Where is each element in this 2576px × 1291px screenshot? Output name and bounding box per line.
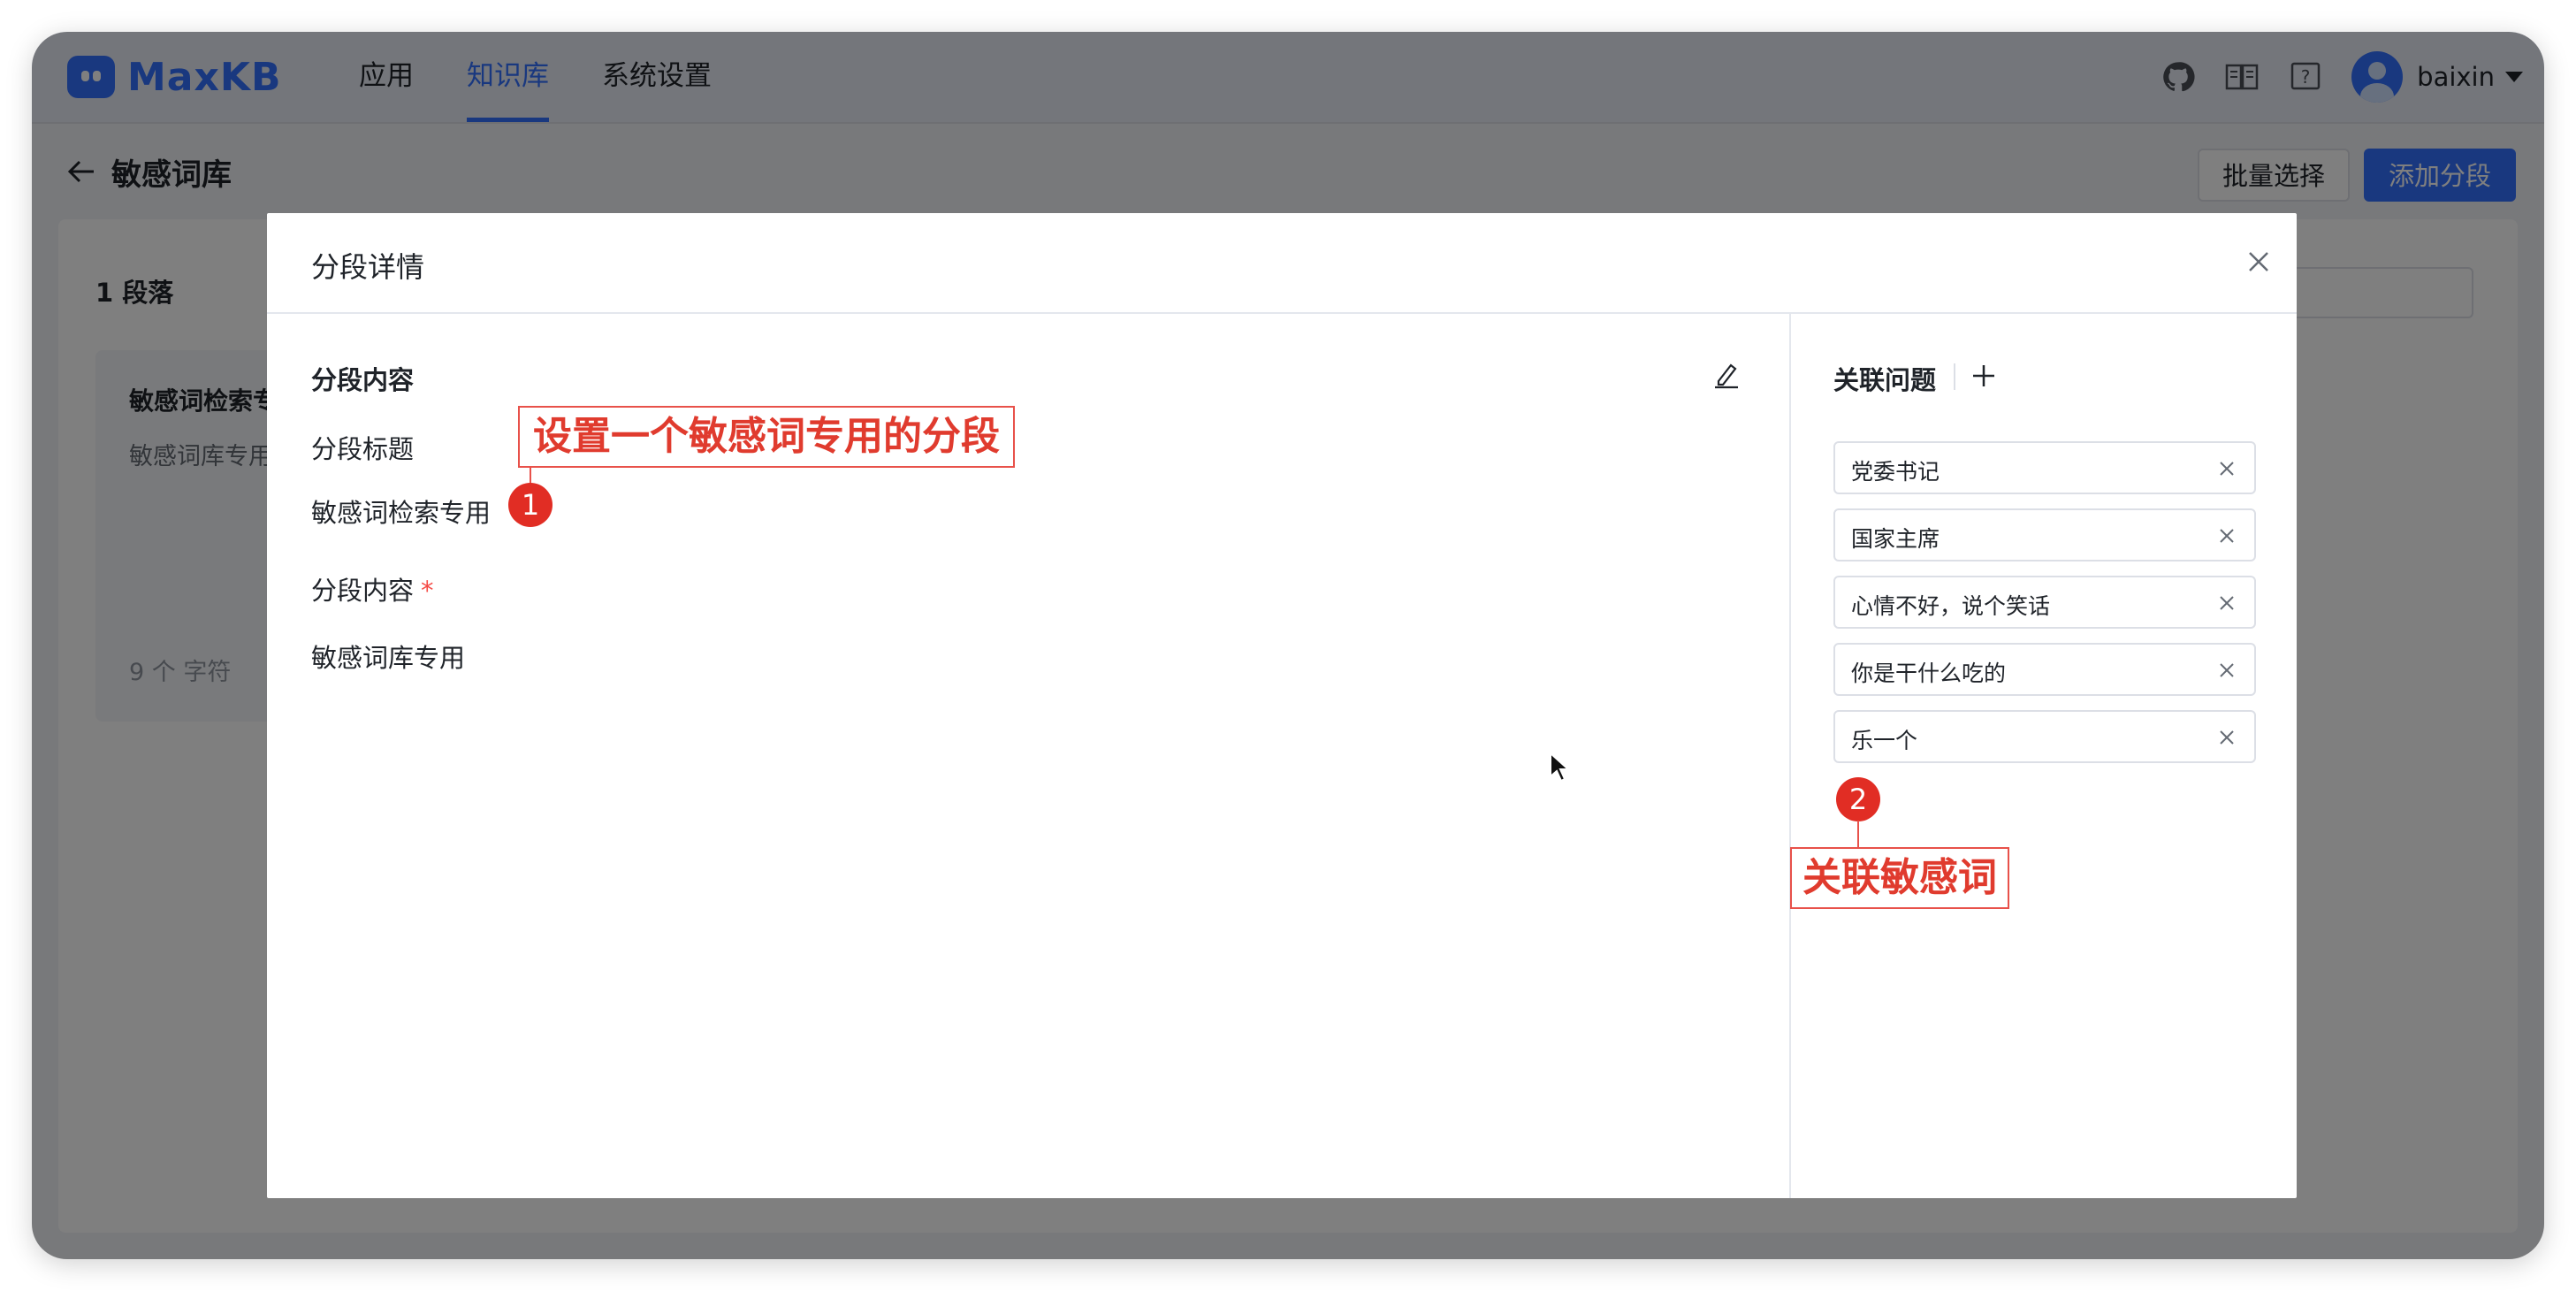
close-icon[interactable]	[2217, 593, 2237, 613]
question-tag[interactable]: 国家主席	[1833, 508, 2256, 561]
question-text: 乐一个	[1851, 728, 1918, 753]
related-questions-title: 关联问题	[1833, 365, 1937, 395]
divider	[1954, 363, 1955, 390]
segment-detail-dialog: 分段详情 分段内容 分段标题 敏感词检索专用 分段内容 * 敏感词库专用 关联问题…	[267, 213, 2297, 1198]
close-icon[interactable]	[2217, 661, 2237, 680]
question-tag[interactable]: 心情不好，说个笑话	[1833, 576, 2256, 629]
plus-icon[interactable]	[1966, 358, 2001, 393]
close-icon[interactable]	[2245, 248, 2272, 275]
app-window: MaxKB 应用 知识库 系统设置 ? baixin 敏感词库 批量选择 添加分…	[32, 32, 2544, 1259]
annotation-badge-2: 2	[1836, 777, 1880, 821]
question-tag[interactable]: 乐一个	[1833, 710, 2256, 763]
segment-content-value: 敏感词库专用	[311, 643, 466, 673]
question-text: 国家主席	[1851, 526, 1940, 552]
segment-title-value: 敏感词检索专用	[311, 498, 492, 528]
question-tag[interactable]: 你是干什么吃的	[1833, 643, 2256, 696]
question-text: 心情不好，说个笑话	[1851, 593, 2051, 619]
question-tag[interactable]: 党委书记	[1833, 441, 2256, 494]
question-text: 党委书记	[1851, 459, 1940, 485]
close-icon[interactable]	[2217, 459, 2237, 478]
annotation-note-1: 设置一个敏感词专用的分段	[518, 406, 1015, 468]
section-title: 分段内容	[311, 365, 415, 395]
dialog-header: 分段详情	[267, 213, 2297, 314]
close-icon[interactable]	[2217, 728, 2237, 747]
annotation-note-2: 关联敏感词	[1790, 847, 2009, 909]
annotation-connector	[1857, 821, 1859, 849]
dialog-title: 分段详情	[311, 250, 425, 284]
segment-title-label: 分段标题	[311, 434, 415, 464]
required-mark: *	[421, 576, 434, 606]
close-icon[interactable]	[2217, 526, 2237, 546]
related-questions-panel: 关联问题 党委书记 国家主席 心情不好，说个笑话 你是干什么吃的 乐一个	[1791, 314, 2297, 1198]
annotation-connector	[530, 467, 531, 485]
mouse-cursor-icon	[1550, 752, 1571, 783]
segment-content-label: 分段内容 *	[311, 576, 434, 606]
edit-icon[interactable]	[1711, 360, 1741, 390]
annotation-badge-1: 1	[508, 483, 553, 527]
question-text: 你是干什么吃的	[1851, 661, 2007, 686]
